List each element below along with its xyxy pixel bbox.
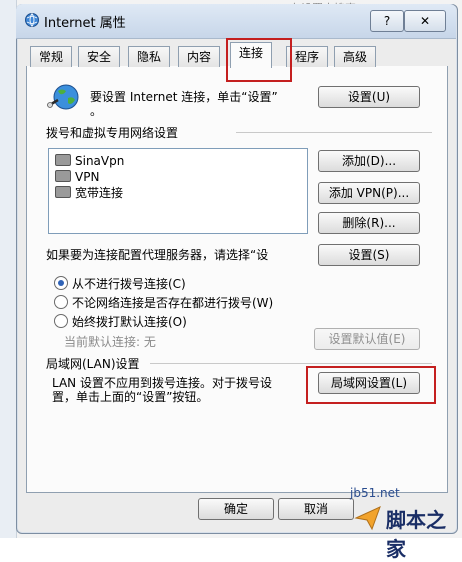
add-connection-button[interactable]: 添加(D)... <box>318 150 420 172</box>
paper-plane-icon <box>354 506 381 531</box>
dialup-group-title: 拨号和虚拟专用网络设置 <box>46 126 179 140</box>
list-item[interactable]: VPN <box>55 169 99 185</box>
proxy-settings-button[interactable]: 设置(S) <box>318 244 420 266</box>
add-vpn-button[interactable]: 添加 VPN(P)... <box>318 182 420 204</box>
internet-globe-icon <box>25 13 39 27</box>
tab-security[interactable]: 安全 <box>78 46 121 67</box>
lan-group-divider <box>150 363 432 364</box>
radio-dial-when-needed[interactable] <box>54 295 68 309</box>
current-default-connection: 当前默认连接: 无 <box>64 335 156 349</box>
lan-description-line2: 置，单击上面的“设置”按钮。 <box>52 390 209 404</box>
lan-group-title: 局域网(LAN)设置 <box>46 357 140 371</box>
connection-label: VPN <box>75 170 100 184</box>
radio-dial-when-needed-label[interactable]: 不论网络连接是否存在都进行拨号(W) <box>72 294 273 311</box>
connection-label: SinaVpn <box>75 154 125 168</box>
ok-button[interactable]: 确定 <box>198 498 274 520</box>
watermark-name: 脚本之家 <box>386 508 446 561</box>
list-item[interactable]: SinaVpn <box>55 153 124 169</box>
dialup-connection-icon <box>55 170 71 182</box>
list-item[interactable]: 宽带连接 <box>55 185 123 201</box>
tab-general[interactable]: 常规 <box>30 46 73 67</box>
delete-connection-button[interactable]: 删除(R)... <box>318 212 420 234</box>
dialup-connection-icon <box>55 186 71 198</box>
watermark-site: jb51.net <box>350 486 400 500</box>
network-globe-icon <box>47 84 79 110</box>
tab-programs[interactable]: 程序 <box>286 46 329 67</box>
cancel-button[interactable]: 取消 <box>278 498 354 520</box>
setup-button[interactable]: 设置(U) <box>318 86 420 108</box>
setup-instruction-cont: 。 <box>90 104 103 118</box>
background-window-edge <box>0 0 17 538</box>
tab-content[interactable]: 内容 <box>178 46 221 67</box>
dialup-group-divider <box>236 132 432 133</box>
tab-privacy[interactable]: 隐私 <box>128 46 171 67</box>
radio-always-dial-default-label[interactable]: 始终拨打默认连接(O) <box>72 313 187 330</box>
watermark: jb51.net 脚本之家 <box>350 486 462 561</box>
connection-label: 宽带连接 <box>75 186 124 200</box>
set-default-button[interactable]: 设置默认值(E) <box>314 328 420 350</box>
tab-connections[interactable]: 连接 <box>230 42 273 68</box>
tab-advanced[interactable]: 高级 <box>334 46 377 67</box>
lan-settings-button[interactable]: 局域网设置(L) <box>318 372 420 394</box>
radio-never-dial[interactable] <box>54 276 68 290</box>
dialup-connection-icon <box>55 154 71 166</box>
radio-always-dial-default[interactable] <box>54 314 68 328</box>
help-button[interactable]: ? <box>370 10 404 32</box>
connections-list[interactable]: SinaVpn VPN 宽带连接 <box>48 148 308 234</box>
close-button[interactable]: ✕ <box>404 10 446 32</box>
window-title: Internet 属性 <box>44 16 126 31</box>
radio-never-dial-label[interactable]: 从不进行拨号连接(C) <box>72 275 186 292</box>
setup-instruction: 要设置 Internet 连接，单击“设置” <box>90 90 278 104</box>
proxy-instruction: 如果要为连接配置代理服务器，请选择“设 <box>46 248 269 262</box>
